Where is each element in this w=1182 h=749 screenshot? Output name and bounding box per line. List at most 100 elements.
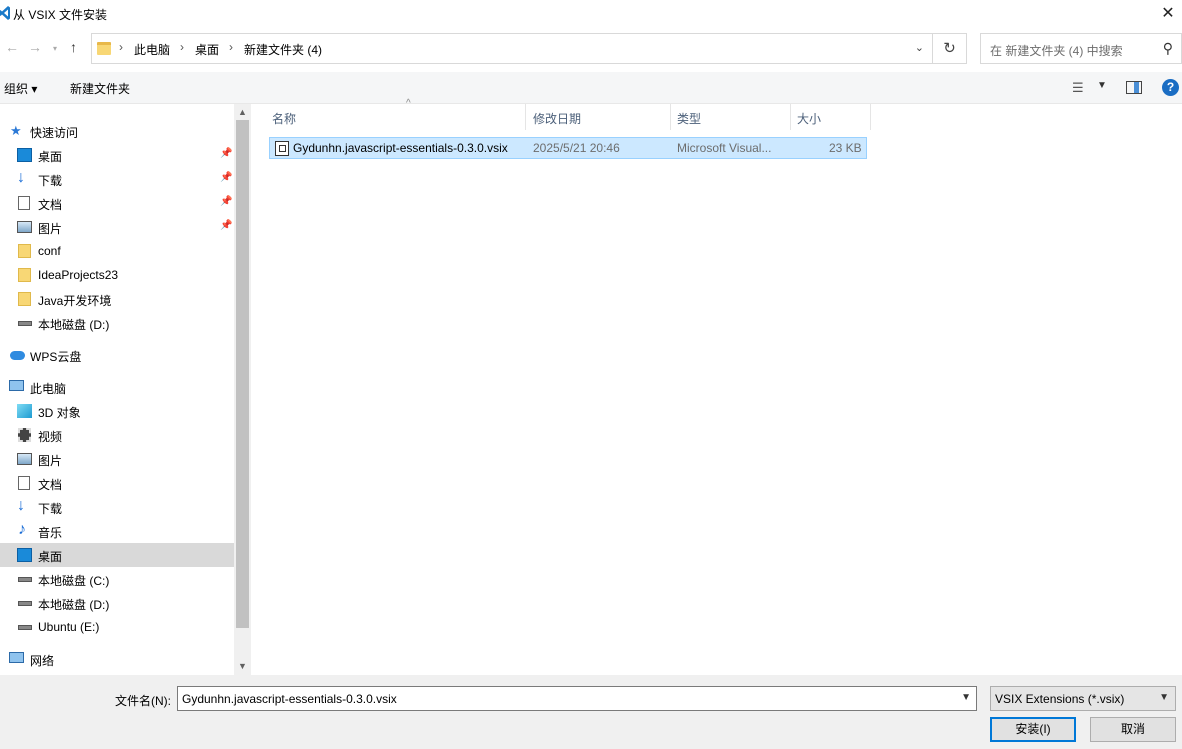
nav-quick-documents[interactable]: 文档 📌 [0, 191, 234, 215]
address-dropdown-icon[interactable]: ⌄ [915, 41, 924, 54]
chevron-down-icon[interactable]: ▼ [1159, 692, 1169, 703]
filename-label: 文件名(N): [115, 694, 171, 708]
nav-label: 桌面 [38, 550, 63, 564]
command-bar: 组织 ▾ 新建文件夹 ☰ ▼ ? [0, 72, 1182, 104]
view-dropdown-icon[interactable]: ▼ [1097, 80, 1107, 91]
filename-value: Gydunhn.javascript-essentials-0.3.0.vsix [182, 692, 397, 706]
nav-label: conf [38, 244, 61, 258]
nav-pc-ubuntu-e[interactable]: Ubuntu (E:) [0, 615, 234, 639]
nav-label: 文档 [38, 198, 63, 212]
address-row: ← → ▾ ↑ › 此电脑 › 桌面 › 新建文件夹 (4) ⌄ ↻ 在 新建文… [0, 33, 1182, 65]
breadcrumb-chevron-icon[interactable]: › [229, 40, 233, 54]
chevron-down-icon[interactable]: ▼ [961, 692, 971, 703]
filename-input[interactable]: Gydunhn.javascript-essentials-0.3.0.vsix… [177, 686, 977, 711]
nav-label: 此电脑 [30, 382, 67, 396]
nav-wps-cloud[interactable]: WPS云盘 [0, 343, 234, 367]
nav-quick-desktop[interactable]: 桌面 📌 [0, 143, 234, 167]
forward-arrow-icon[interactable]: → [28, 39, 42, 55]
navigation-scrollbar[interactable]: ▲ ▼ [234, 104, 251, 675]
file-row[interactable]: Gydunhn.javascript-essentials-0.3.0.vsix… [269, 137, 867, 159]
nav-quick-disk-d[interactable]: 本地磁盘 (D:) [0, 311, 234, 335]
nav-label: 3D 对象 [38, 406, 81, 420]
nav-pc-desktop[interactable]: 桌面 [0, 543, 234, 567]
back-arrow-icon[interactable]: ← [5, 39, 19, 55]
nav-pc-downloads[interactable]: ↓ 下载 [0, 495, 234, 519]
search-placeholder: 在 新建文件夹 (4) 中搜索 [990, 44, 1123, 58]
music-note-icon: ♪ [18, 521, 26, 538]
nav-quick-downloads[interactable]: ↓ 下载 📌 [0, 167, 234, 191]
search-input[interactable]: 在 新建文件夹 (4) 中搜索 ⚲ [980, 33, 1182, 64]
desktop-icon [17, 548, 32, 562]
navigation-pane: ★ 快速访问 桌面 📌 ↓ 下载 📌 文档 📌 图片 📌 conf IdeaPr… [0, 104, 234, 675]
breadcrumb-new-folder[interactable]: 新建文件夹 (4) [244, 41, 322, 58]
file-name: Gydunhn.javascript-essentials-0.3.0.vsix [293, 141, 508, 155]
address-bar[interactable]: › 此电脑 › 桌面 › 新建文件夹 (4) ⌄ [91, 33, 933, 64]
preview-pane-icon[interactable] [1126, 81, 1142, 94]
breadcrumb-desktop[interactable]: 桌面 [195, 41, 219, 58]
nav-label: 视频 [38, 430, 63, 444]
breadcrumb-chevron-icon[interactable]: › [119, 40, 123, 54]
nav-quick-pictures[interactable]: 图片 📌 [0, 215, 234, 239]
help-icon[interactable]: ? [1162, 79, 1179, 96]
nav-network[interactable]: 网络 [0, 647, 234, 671]
nav-pc-videos[interactable]: 视频 [0, 423, 234, 447]
nav-pc-disk-c[interactable]: 本地磁盘 (C:) [0, 567, 234, 591]
column-header-size[interactable]: 大小 [791, 104, 871, 130]
file-type-select[interactable]: VSIX Extensions (*.vsix) ▼ [990, 686, 1176, 711]
file-size: 23 KB [829, 141, 862, 155]
up-arrow-icon[interactable]: ↑ [70, 39, 77, 55]
nav-this-pc[interactable]: 此电脑 [0, 375, 234, 399]
star-icon: ★ [10, 123, 22, 138]
column-header-type[interactable]: 类型 [671, 104, 791, 130]
nav-label: 下载 [38, 174, 63, 188]
nav-pc-3d-objects[interactable]: 3D 对象 [0, 399, 234, 423]
scroll-down-icon[interactable]: ▼ [238, 661, 247, 671]
organize-button[interactable]: 组织 ▾ [4, 80, 37, 97]
nav-label: Java开发环境 [38, 294, 112, 308]
nav-label: 本地磁盘 (C:) [38, 574, 110, 588]
column-header-name[interactable]: ^ 名称 [266, 98, 526, 130]
view-details-icon[interactable]: ☰ [1072, 80, 1084, 96]
nav-label: 音乐 [38, 526, 63, 540]
pin-icon: 📌 [220, 148, 233, 159]
file-type-value: VSIX Extensions (*.vsix) [995, 692, 1125, 706]
nav-pc-pictures[interactable]: 图片 [0, 447, 234, 471]
new-folder-button[interactable]: 新建文件夹 [70, 80, 130, 97]
nav-pc-documents[interactable]: 文档 [0, 471, 234, 495]
scrollbar-thumb[interactable] [236, 120, 249, 628]
windows-drive-icon [18, 577, 32, 582]
search-icon: ⚲ [1162, 40, 1173, 56]
breadcrumb-this-pc[interactable]: 此电脑 [134, 41, 170, 58]
title-bar: 从 VSIX 文件安装 ✕ [0, 0, 1182, 28]
document-icon [18, 476, 30, 490]
nav-quick-access[interactable]: ★ 快速访问 [0, 119, 234, 143]
nav-label: IdeaProjects23 [38, 268, 119, 282]
vsix-file-icon [275, 141, 289, 156]
pictures-icon [17, 221, 32, 233]
sort-ascending-icon: ^ [406, 98, 411, 109]
breadcrumb-chevron-icon[interactable]: › [180, 40, 184, 54]
nav-label: 网络 [30, 654, 55, 668]
folder-icon [18, 268, 31, 282]
close-button[interactable]: ✕ [1154, 0, 1182, 28]
install-button[interactable]: 安装(I) [990, 717, 1076, 742]
nav-label: 本地磁盘 (D:) [38, 318, 110, 332]
cube-3d-icon [17, 404, 32, 418]
nav-pc-disk-d[interactable]: 本地磁盘 (D:) [0, 591, 234, 615]
cancel-button[interactable]: 取消 [1090, 717, 1176, 742]
file-date: 2025/5/21 20:46 [533, 141, 620, 155]
pin-icon: 📌 [220, 172, 233, 183]
column-header-date[interactable]: 修改日期 [527, 104, 671, 130]
nav-quick-ideaprojects[interactable]: IdeaProjects23 [0, 263, 234, 287]
vscode-icon [0, 6, 10, 20]
nav-quick-conf[interactable]: conf [0, 239, 234, 263]
folder-icon [18, 244, 31, 258]
recent-locations-chevron-icon[interactable]: ▾ [53, 44, 57, 53]
refresh-button[interactable]: ↻ [933, 33, 967, 64]
nav-label: 文档 [38, 478, 63, 492]
scroll-up-icon[interactable]: ▲ [238, 107, 247, 117]
nav-quick-java[interactable]: Java开发环境 [0, 287, 234, 311]
nav-label: 图片 [38, 454, 63, 468]
download-arrow-icon: ↓ [17, 497, 25, 514]
nav-pc-music[interactable]: ♪ 音乐 [0, 519, 234, 543]
